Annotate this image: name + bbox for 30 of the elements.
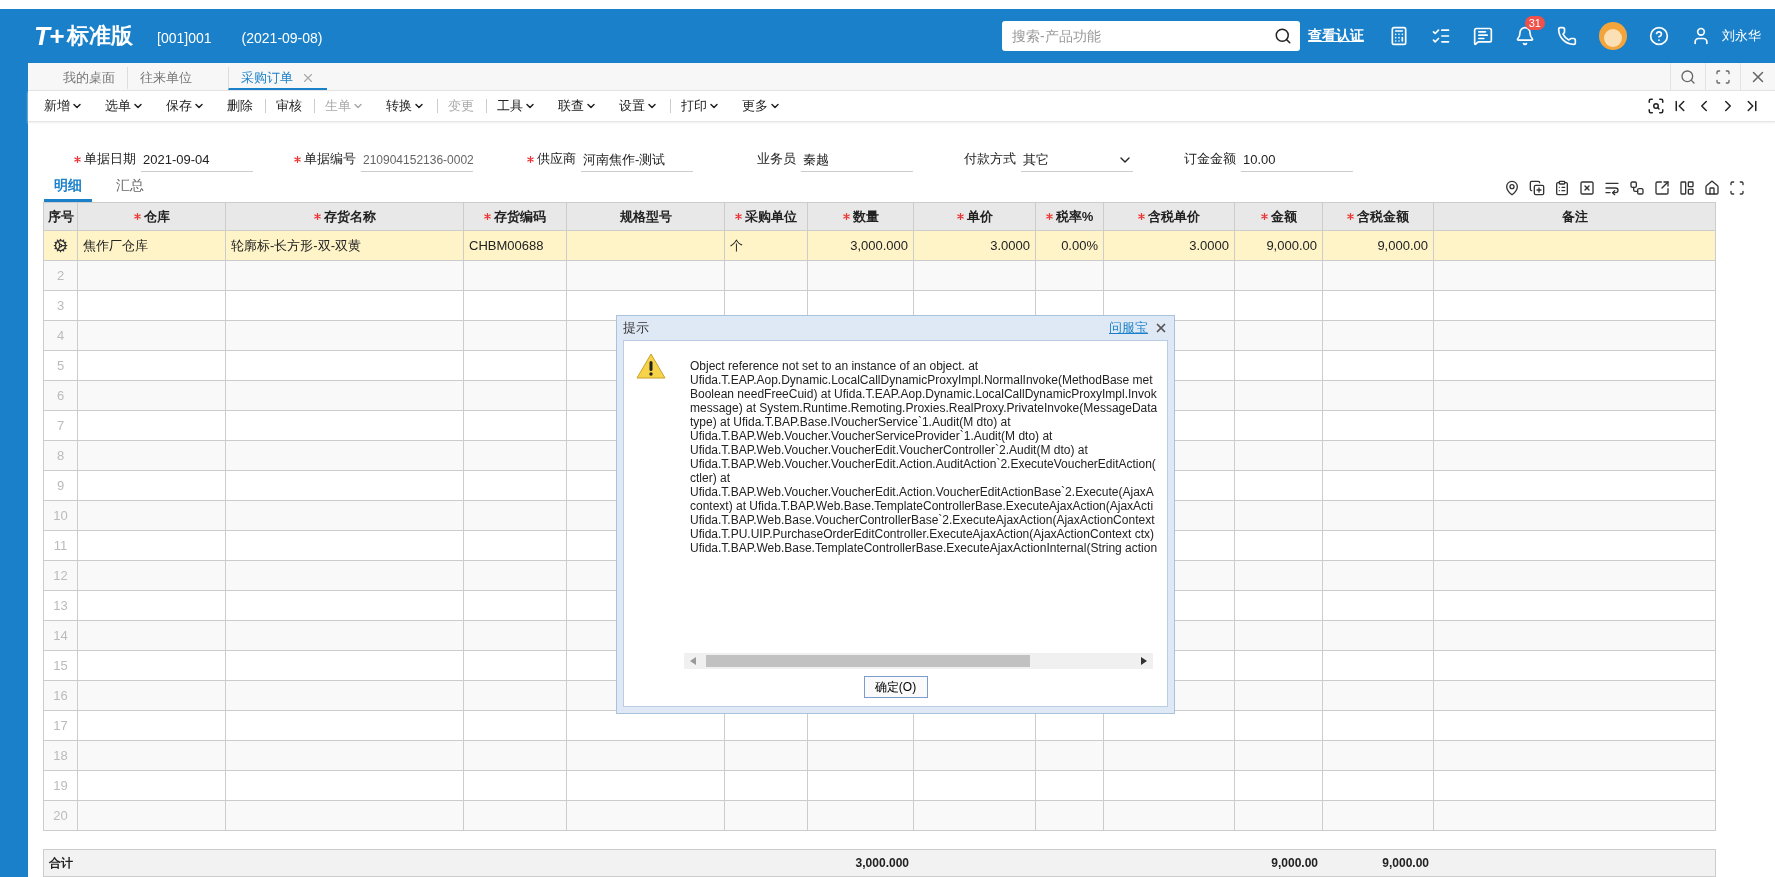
total-value: 3,000.000 bbox=[855, 856, 909, 870]
error-message-line: message) at System.Runtime.Remoting.Proxies.RealProxy.PrivateInvoke(MessageData bbox=[690, 401, 1158, 415]
total-value: 9,000.00 bbox=[1382, 856, 1429, 870]
account-label: [001]001 bbox=[157, 30, 212, 46]
error-message-line: type) at Ufida.T.BAP.Base.IVoucherService`1.Audit(M dto) at bbox=[690, 415, 1012, 429]
error-message-line: Object reference not set to an instance of an object. at bbox=[690, 359, 980, 373]
error-message-line: Boolean needFreeCuid) at Ufida.T.EAP.Aop.Dynamic.LocalCallDynamicProxyImpl.Invok bbox=[690, 387, 1158, 401]
total-label: 合计 bbox=[49, 854, 73, 872]
error-message-line: Ufida.T.EAP.Aop.Dynamic.LocalCallDynamicProxyImpl.NormalInvoke(MethodBase met bbox=[690, 373, 1154, 387]
row-number: 20 bbox=[44, 801, 78, 831]
error-message-line: Ufida.T.BAP.Web.Base.VoucherControllerBase`2.ExecuteAjaxAction(AjaxActionContext bbox=[690, 513, 1156, 527]
field-label: 订金金额 bbox=[1183, 150, 1237, 168]
product-name: 标准版 bbox=[67, 22, 134, 50]
dialog-title: 提示 bbox=[623, 319, 649, 337]
field-label: 供应商 bbox=[500, 150, 581, 172]
field-label: 单据日期 bbox=[60, 150, 141, 172]
field-label: 业务员 bbox=[756, 150, 797, 168]
error-message-line: Ufida.T.BAP.Web.Voucher.VoucherEdit.Action.AuditAction`2.ExecuteVoucherEditAction( bbox=[690, 457, 1157, 471]
error-message-line: Ufida.T.BAP.Web.Voucher.VoucherServiceProvider`1.Audit(M dto) at bbox=[690, 429, 1054, 443]
error-message-line: Ufida.T.BAP.Web.Base.TemplateControllerBase.ExecuteAjaxActionInternal(String action bbox=[690, 541, 1158, 555]
login-date: (2021-09-08) bbox=[241, 30, 323, 46]
error-message-line: Ufida.T.BAP.Web.Voucher.VoucherEdit.VoucherController`2.Audit(M dto) at bbox=[690, 443, 1089, 457]
total-value: 9,000.00 bbox=[1271, 856, 1318, 870]
notification-badge: 31 bbox=[1524, 16, 1545, 30]
error-message-line: Ufida.T.BAP.Web.Voucher.VoucherEdit.Action.VoucherEditActionBase`2.Execute(AjaxA bbox=[690, 485, 1155, 499]
field-label: 单据编号 bbox=[280, 150, 361, 172]
field-label: 付款方式 bbox=[963, 150, 1017, 168]
error-message-line: context) at Ufida.T.BAP.Web.Base.TemplateControllerBase.ExecuteAjaxAction(AjaxActi bbox=[690, 499, 1155, 513]
error-message-line: ctler) at bbox=[690, 471, 731, 485]
logo: T+ bbox=[34, 20, 64, 52]
